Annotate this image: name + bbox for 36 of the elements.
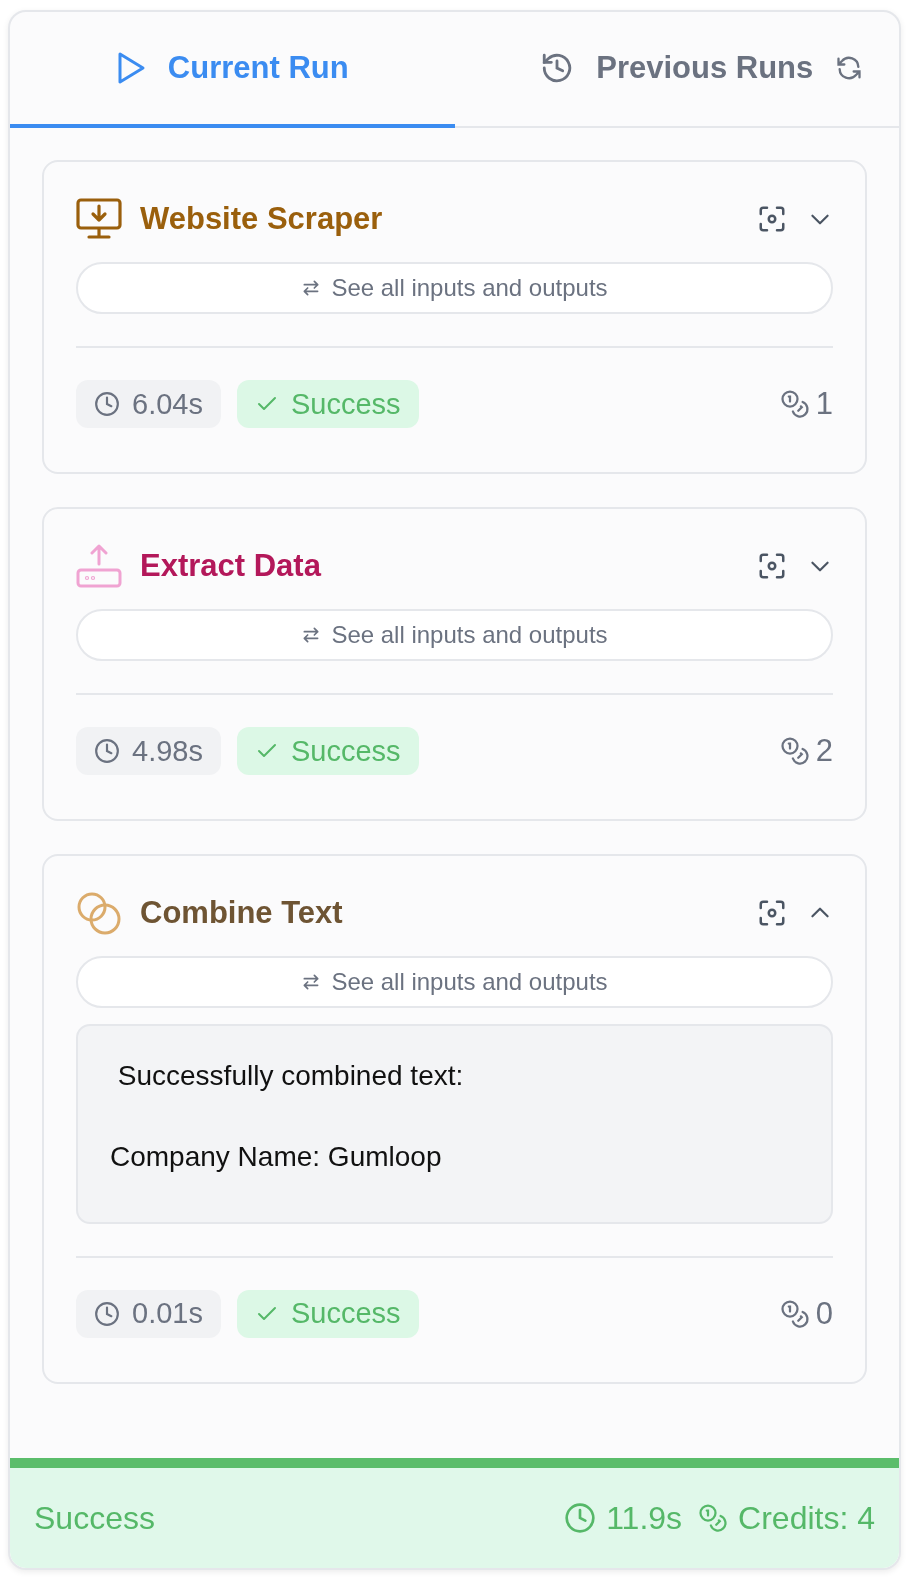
tab[interactable]: Current Run xyxy=(10,12,455,128)
total-duration: 11.9s xyxy=(606,1499,683,1537)
output-text: Successfully combined text: Company Name: Gumloop xyxy=(76,1024,833,1224)
io-button[interactable]: See all inputs and outputs xyxy=(76,609,833,661)
clock-icon xyxy=(94,391,120,417)
coins-icon xyxy=(779,389,810,419)
credit-count: 2 xyxy=(815,733,833,769)
upload-tray-icon xyxy=(76,544,122,588)
step-title: Extract Data xyxy=(140,548,323,584)
status-chip: Success xyxy=(236,1289,419,1338)
credit-count: 0 xyxy=(815,1295,833,1332)
clock-icon xyxy=(94,738,120,764)
clock-icon xyxy=(564,1502,597,1534)
coins-icon xyxy=(779,1298,810,1329)
monitor-download-icon xyxy=(76,198,122,240)
clock-icon xyxy=(94,1300,120,1327)
io-button[interactable]: See all inputs and outputs xyxy=(76,262,833,314)
coins-icon xyxy=(698,1503,729,1533)
status-chip: Success xyxy=(236,727,419,775)
refresh-icon[interactable] xyxy=(835,54,863,82)
credit-count: 1 xyxy=(815,386,833,422)
coins-icon xyxy=(779,736,810,766)
duration-chip: 0.01s xyxy=(76,1289,221,1338)
focus-icon[interactable] xyxy=(757,898,787,928)
step-title: Website Scraper xyxy=(140,201,384,237)
total-credits: Credits: 4 xyxy=(738,1499,875,1537)
focus-icon[interactable] xyxy=(757,551,787,581)
run-status: Success xyxy=(34,1499,156,1537)
tab[interactable]: Previous Runs xyxy=(454,12,899,128)
overlapping-circles-icon xyxy=(76,891,122,935)
step-title: Combine Text xyxy=(140,895,344,931)
io-button[interactable]: See all inputs and outputs xyxy=(76,956,833,1008)
focus-icon[interactable] xyxy=(757,204,787,234)
status-chip: Success xyxy=(236,380,419,428)
duration-chip: 6.04s xyxy=(76,380,221,428)
duration-chip: 4.98s xyxy=(76,727,221,775)
